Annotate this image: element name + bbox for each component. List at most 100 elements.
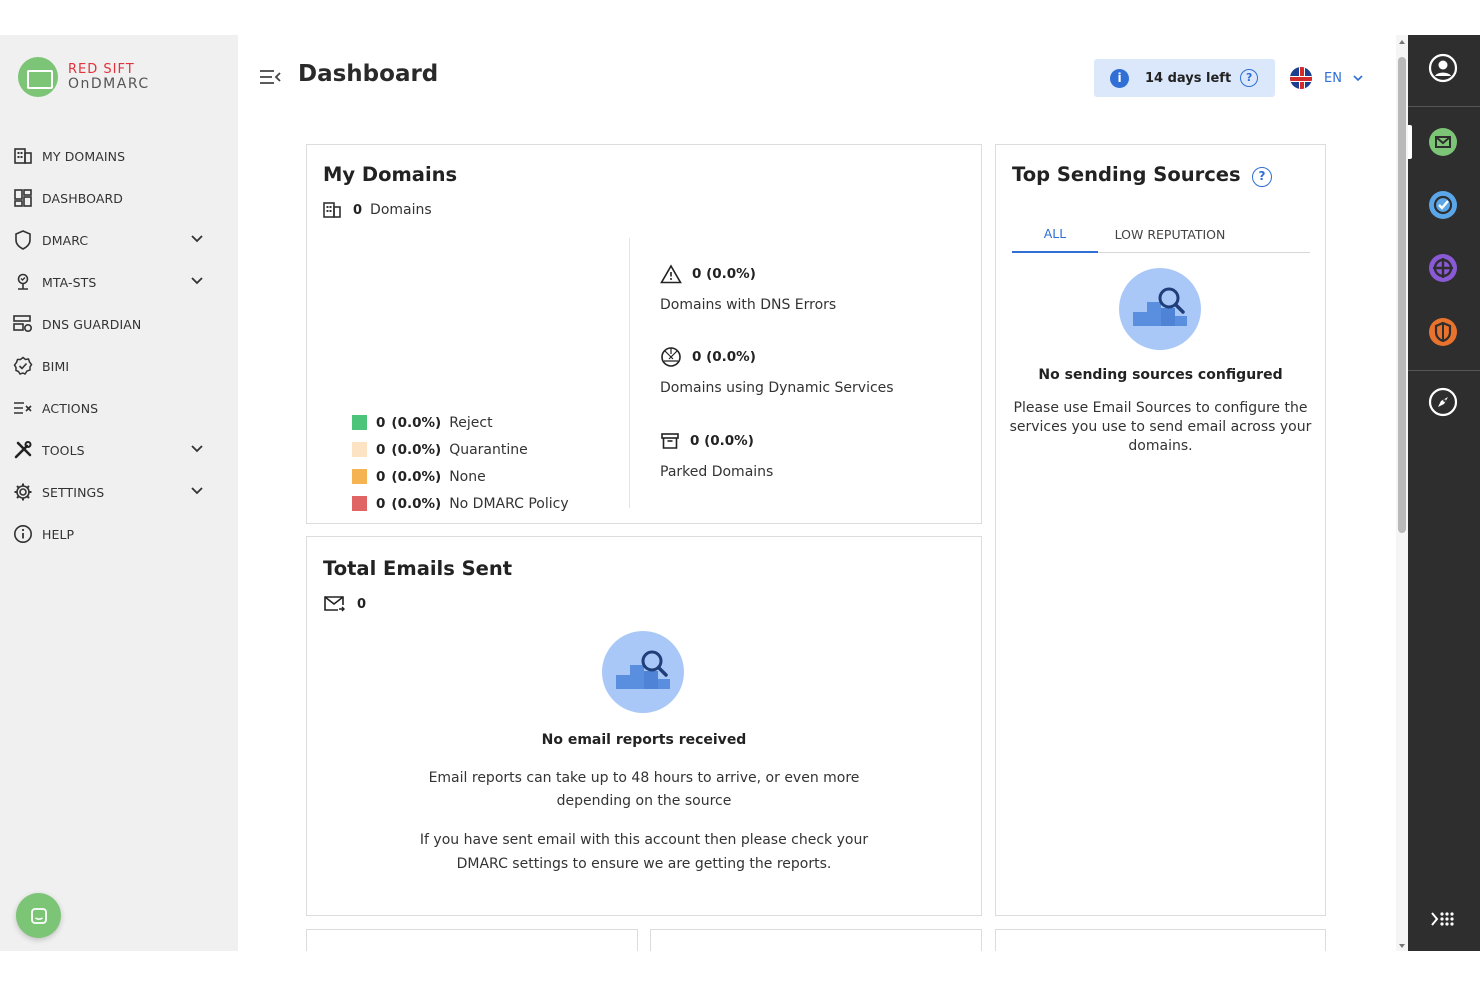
expand-bar-button[interactable] [1426, 902, 1460, 936]
top-sending-sources-card: Top Sending Sources ? ALL LOW REPUTATION… [995, 144, 1326, 916]
policy-legend: 0 (0.0%) Reject 0 (0.0%) Quarantine 0 (0… [352, 409, 569, 517]
legend-item-quarantine[interactable]: 0 (0.0%) Quarantine [352, 436, 569, 463]
archive-icon [661, 433, 679, 449]
stat-value: 0 (0.0%) [692, 349, 756, 365]
legend-label: Quarantine [449, 441, 528, 458]
sidebar-item-help[interactable]: HELP [0, 513, 238, 555]
help-circle-icon[interactable]: ? [1240, 69, 1259, 87]
building-icon [12, 145, 34, 167]
sidebar-item-tools[interactable]: TOOLS [0, 429, 238, 471]
brand-logo[interactable]: RED SIFT OnDMARC [18, 55, 150, 99]
empty-state-text: Please use Email Sources to configure th… [1009, 400, 1312, 454]
trial-days-left-button[interactable]: i 14 days left ? [1094, 59, 1275, 97]
my-domains-card: My Domains 0 Domains 0 (0.0%) Reject 0 (… [306, 144, 982, 524]
scrollbar-thumb[interactable] [1398, 57, 1406, 533]
sidebar-nav: MY DOMAINS DASHBOARD DMARC MTA-STS DNS G… [0, 135, 238, 555]
sidebar-item-label: DNS GUARDIAN [42, 316, 142, 332]
legend-item-no-dmarc-policy[interactable]: 0 (0.0%) No DMARC Policy [352, 490, 569, 517]
gear-icon [12, 481, 34, 503]
app-frame: RED SIFT OnDMARC MY DOMAINS DASHBOARD DM… [0, 35, 1480, 951]
sidebar-item-settings[interactable]: SETTINGS [0, 471, 238, 513]
warning-triangle-icon [660, 264, 682, 284]
sidebar-item-my-domains[interactable]: MY DOMAINS [0, 135, 238, 177]
empty-search-illustration-icon [1119, 268, 1201, 350]
legend-label: Reject [449, 414, 493, 431]
dashboard-icon [12, 187, 34, 209]
actions-list-icon [12, 397, 34, 419]
stat-dynamic-services[interactable]: 0 (0.0%) Domains using Dynamic Services [660, 346, 894, 396]
getting-started-button[interactable] [1426, 385, 1460, 419]
chevron-down-icon[interactable] [190, 442, 204, 456]
trial-days-left-text: 14 days left [1145, 70, 1232, 86]
ondmarc-logo-icon [18, 57, 58, 97]
sidebar-item-mta-sts[interactable]: MTA-STS [0, 261, 238, 303]
mta-sts-icon [12, 271, 34, 293]
legend-swatch [352, 496, 367, 511]
sidebar-item-bimi[interactable]: BIMI [0, 345, 238, 387]
menu-collapse-icon[interactable] [258, 67, 282, 87]
chat-launcher-button[interactable] [16, 893, 61, 938]
sidebar-item-dashboard[interactable]: DASHBOARD [0, 177, 238, 219]
empty-state-title: No sending sources configured [1038, 367, 1283, 383]
empty-state-title: No email reports received [541, 732, 747, 748]
chevron-down-icon[interactable] [190, 232, 204, 246]
scroll-up-arrow-icon[interactable] [1399, 40, 1405, 44]
brand-trust-app-icon[interactable] [1426, 315, 1460, 349]
ondmarc-app-icon[interactable] [1426, 125, 1460, 159]
user-profile-button[interactable] [1426, 51, 1460, 85]
sidebar-item-actions[interactable]: ACTIONS [0, 387, 238, 429]
chevron-down-icon [1353, 75, 1363, 82]
stat-value: 0 (0.0%) [692, 266, 756, 282]
tools-icon [12, 439, 34, 461]
product-switcher-bar [1408, 35, 1480, 951]
language-selector[interactable]: EN [1290, 66, 1364, 90]
sidebar: RED SIFT OnDMARC MY DOMAINS DASHBOARD DM… [0, 35, 238, 951]
legend-value: 0 [376, 495, 386, 512]
legend-swatch [352, 442, 367, 457]
domains-count-label: Domains [370, 202, 432, 218]
emails-count: 0 [357, 596, 367, 612]
legend-value: 0 [376, 414, 386, 431]
emails-count-row: 0 [323, 595, 366, 613]
sidebar-item-dns-guardian[interactable]: DNS GUARDIAN [0, 303, 238, 345]
stat-parked-domains[interactable]: 0 (0.0%) Parked Domains [660, 430, 773, 480]
stat-dns-errors[interactable]: 0 (0.0%) Domains with DNS Errors [660, 263, 836, 313]
legend-item-none[interactable]: 0 (0.0%) None [352, 463, 569, 490]
legend-item-reject[interactable]: 0 (0.0%) Reject [352, 409, 569, 436]
total-emails-sent-card: Total Emails Sent 0 No email reports rec… [306, 536, 982, 916]
page-scrollbar[interactable] [1396, 35, 1408, 951]
sidebar-item-label: HELP [42, 526, 75, 542]
empty-search-illustration-icon [602, 631, 684, 713]
info-icon: i [1110, 68, 1129, 88]
chevron-down-icon[interactable] [190, 274, 204, 288]
scroll-down-arrow-icon[interactable] [1399, 944, 1405, 948]
page-title: Dashboard [298, 61, 439, 87]
chevron-down-icon[interactable] [190, 484, 204, 498]
tab-all[interactable]: ALL [1012, 215, 1098, 253]
domains-count-row: 0 Domains [323, 202, 432, 218]
shield-icon [12, 229, 34, 251]
divider [1408, 370, 1480, 371]
card-title: Top Sending Sources [1012, 163, 1241, 186]
legend-percent: (0.0%) [391, 468, 442, 485]
legend-percent: (0.0%) [391, 441, 442, 458]
sidebar-item-dmarc[interactable]: DMARC [0, 219, 238, 261]
help-circle-icon[interactable]: ? [1252, 167, 1272, 187]
certificates-app-icon[interactable] [1426, 188, 1460, 222]
legend-swatch [352, 415, 367, 430]
stat-label: Parked Domains [660, 464, 774, 480]
expand-dots-icon [1431, 912, 1454, 926]
sidebar-item-label: MY DOMAINS [42, 148, 126, 164]
tab-low-reputation[interactable]: LOW REPUTATION [1098, 215, 1242, 253]
legend-label: None [449, 468, 486, 485]
source-tabs: ALL LOW REPUTATION [1012, 215, 1310, 253]
legend-percent: (0.0%) [391, 495, 442, 512]
legend-value: 0 [376, 468, 386, 485]
asm-app-icon[interactable] [1426, 251, 1460, 285]
legend-label: No DMARC Policy [449, 495, 569, 512]
dynamic-services-icon [661, 347, 681, 367]
domains-count: 0 [353, 202, 363, 218]
uk-flag-icon [1290, 67, 1312, 89]
divider [1408, 106, 1480, 107]
sidebar-item-label: SETTINGS [42, 484, 105, 500]
